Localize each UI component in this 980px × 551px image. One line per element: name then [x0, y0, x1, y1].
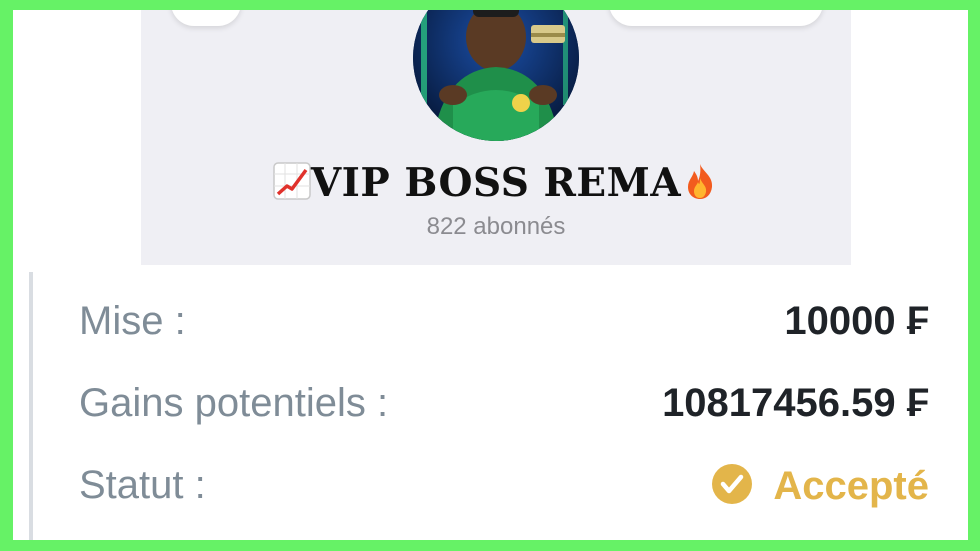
potential-gains-row: Gains potentiels : 10817456.59 ₣ [79, 381, 929, 437]
stake-value: 10000 ₣ [784, 299, 929, 343]
top-right-button[interactable] [609, 10, 823, 26]
status-row: Statut : Accepté [79, 463, 929, 519]
green-border-frame: VIP BOSS REMA 822 abonnés Mise : 10000 ₣… [0, 0, 980, 551]
potential-gains-label: Gains potentiels : [79, 381, 389, 425]
channel-avatar[interactable] [413, 10, 579, 141]
channel-title-text: VIP BOSS REMA [310, 160, 682, 206]
avatar-image [413, 10, 579, 141]
check-circle-icon [712, 464, 753, 504]
fire-icon [688, 164, 713, 199]
bet-details: Mise : 10000 ₣ Gains potentiels : 108174… [29, 272, 959, 540]
status-value: Accepté [711, 463, 929, 509]
chart-increasing-icon [273, 162, 311, 200]
channel-title: VIP BOSS REMA [141, 160, 851, 206]
channel-header: VIP BOSS REMA 822 abonnés [141, 10, 851, 265]
screenshot-content: VIP BOSS REMA 822 abonnés Mise : 10000 ₣… [13, 10, 968, 540]
top-left-button[interactable] [171, 10, 241, 26]
status-label: Statut : [79, 463, 206, 507]
subscriber-count: 822 abonnés [426, 213, 566, 240]
stake-row: Mise : 10000 ₣ [79, 299, 929, 355]
status-text: Accepté [773, 464, 929, 508]
stake-label: Mise : [79, 299, 186, 343]
potential-gains-value: 10817456.59 ₣ [662, 381, 929, 425]
